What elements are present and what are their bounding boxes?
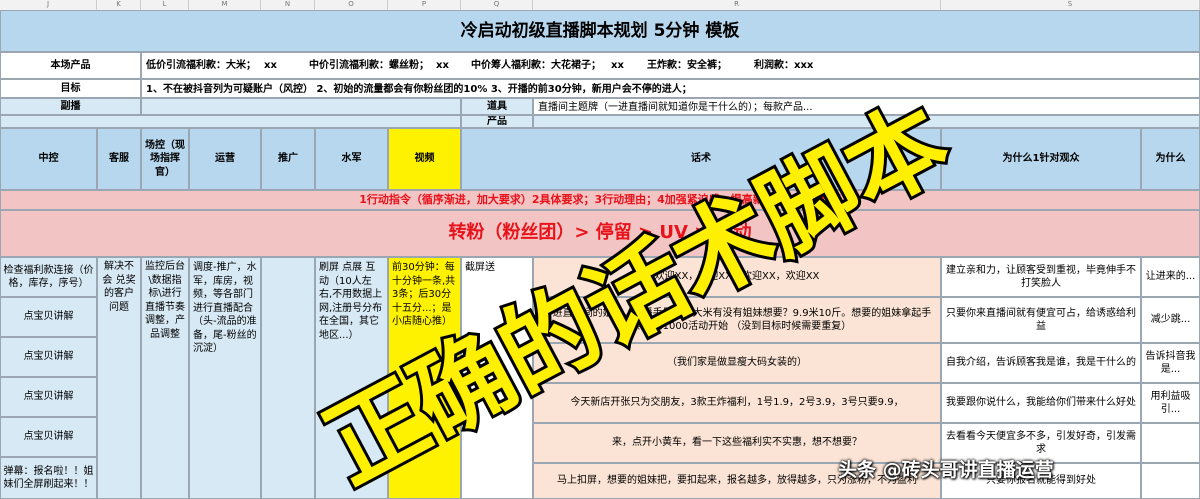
- overlay-text-layer: 正确的话术脚本: [304, 80, 969, 499]
- watermark: 头条 @砖头哥讲直播运营: [838, 459, 1054, 481]
- overlay-text: 正确的话术脚本: [307, 83, 966, 499]
